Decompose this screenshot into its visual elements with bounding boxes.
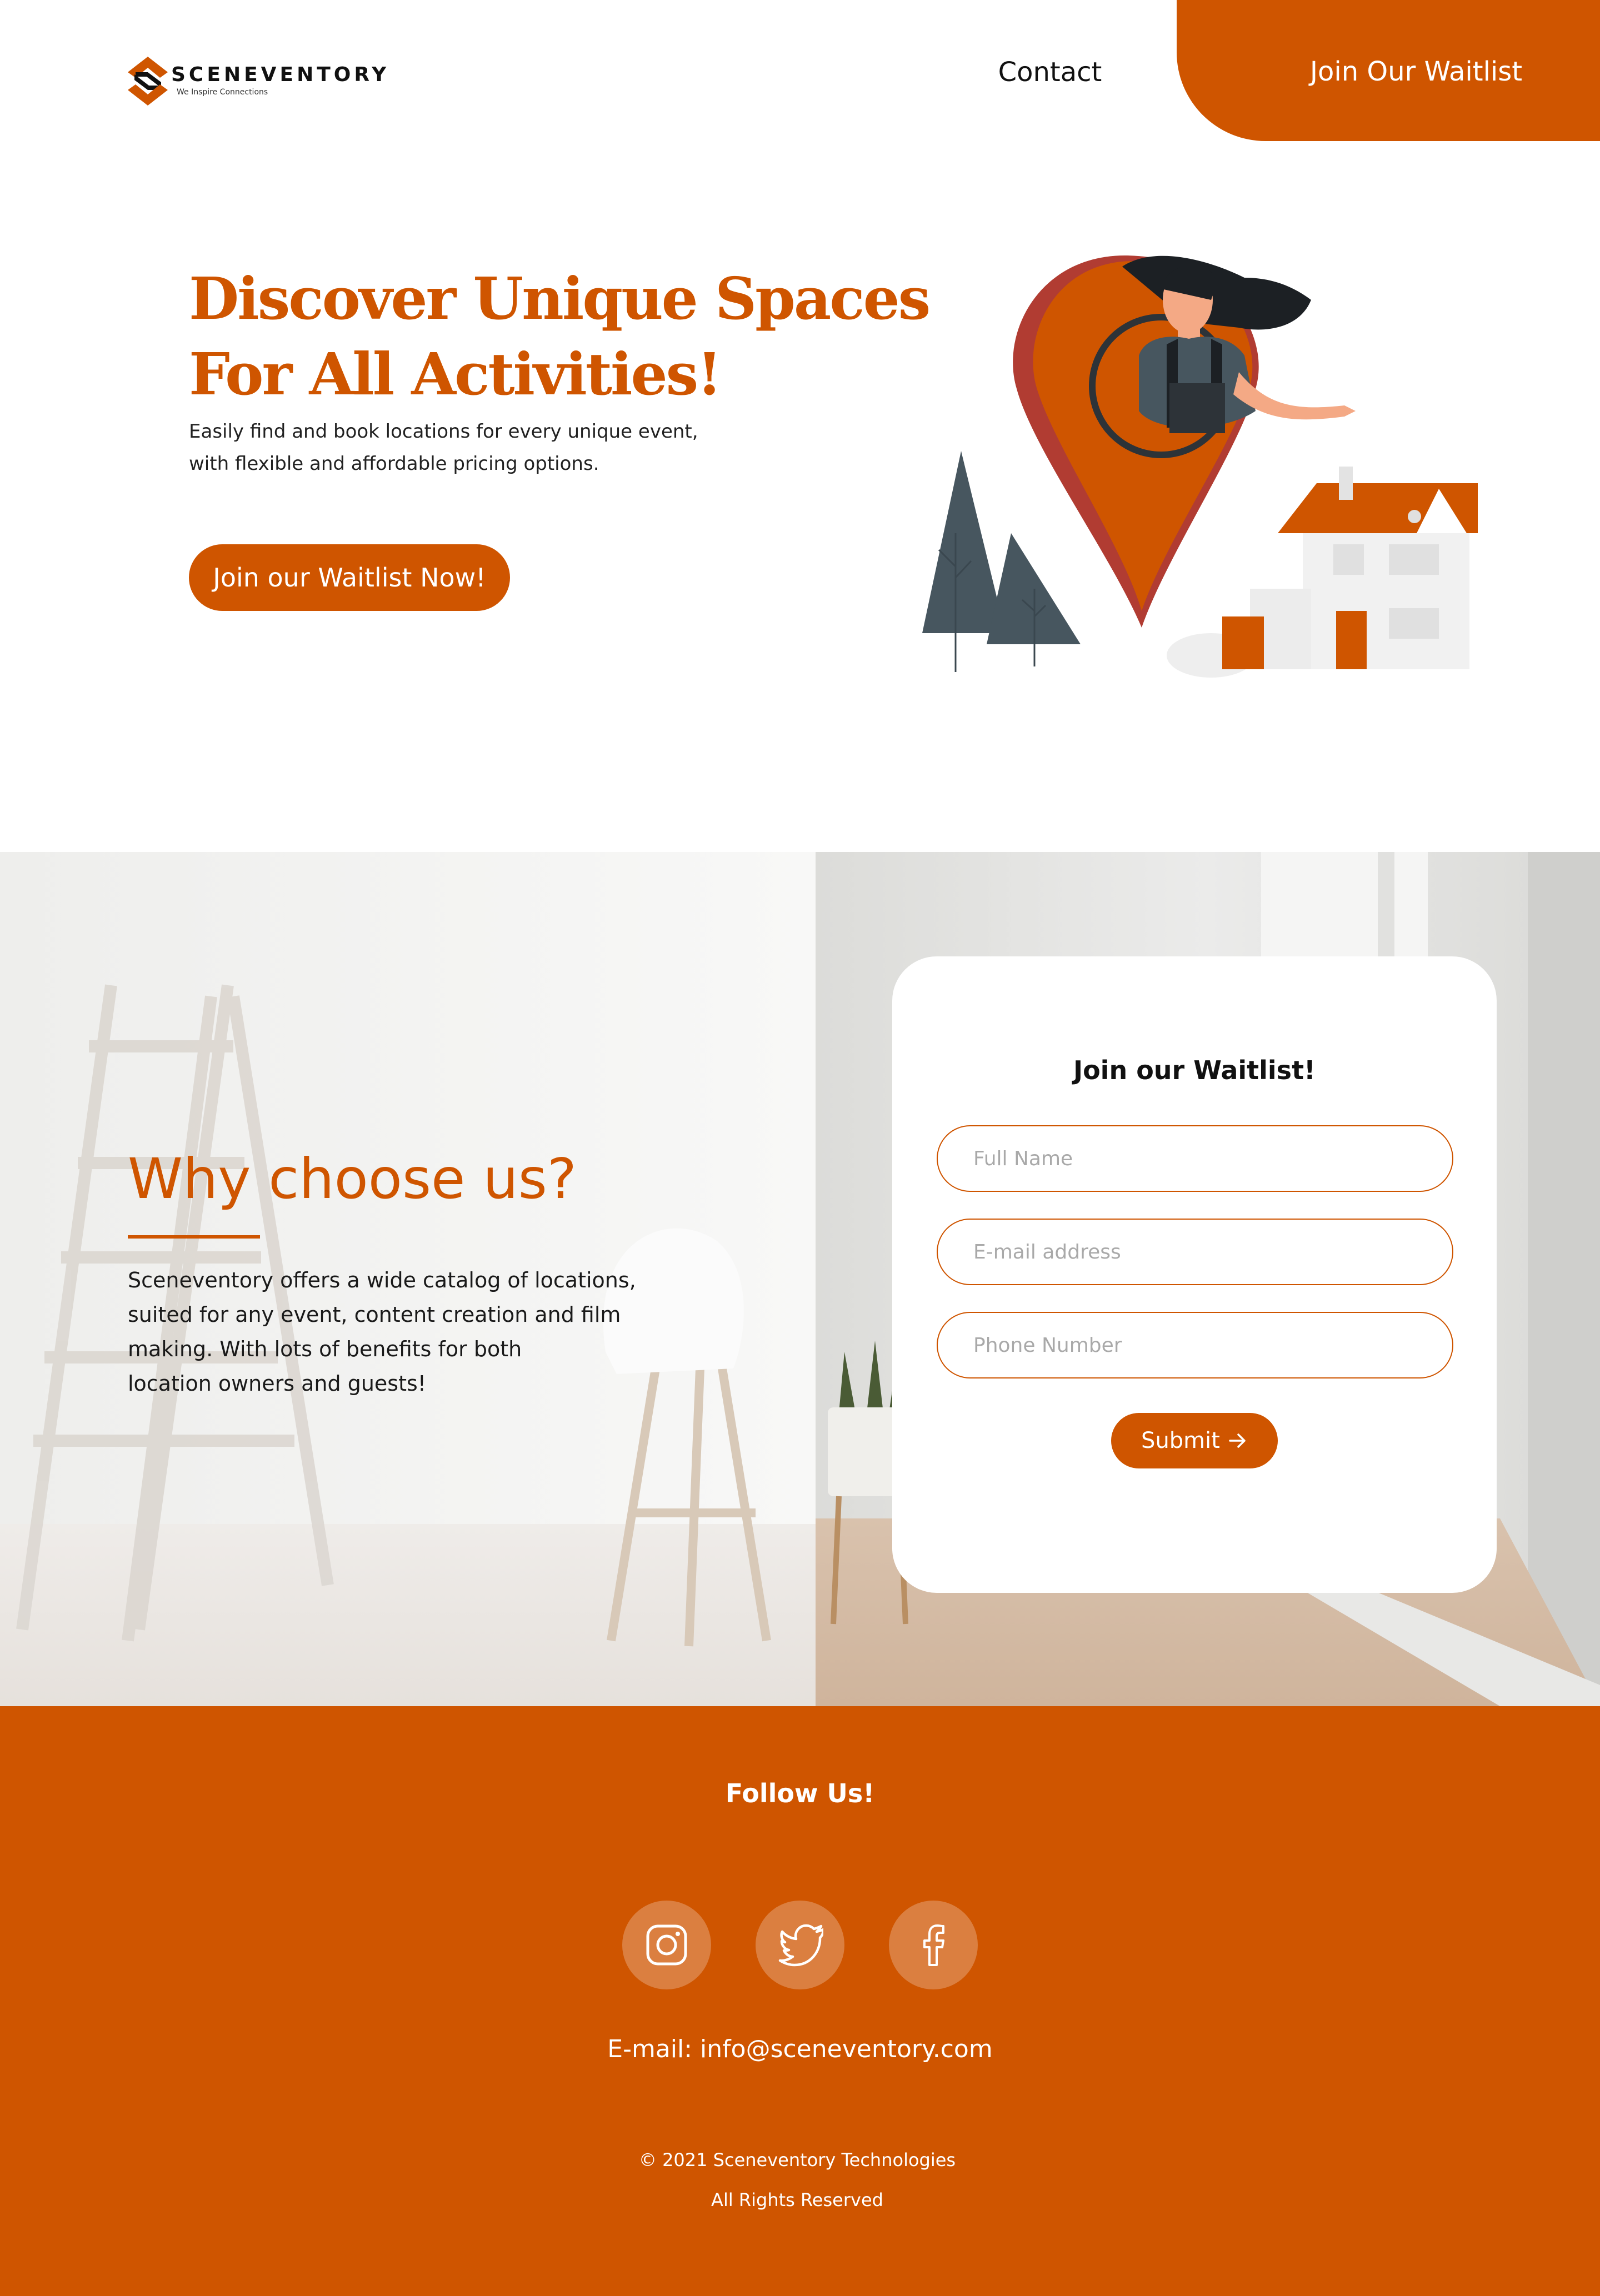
why-section: Why choose us? Sceneventory offers a wid… [0, 852, 1600, 1706]
logo-wordmark: SCENEVENTORY [171, 63, 390, 86]
copyright-text: © 2021 Sceneventory Technologies [638, 2149, 956, 2170]
house-icon [1222, 467, 1478, 669]
hero-join-waitlist-button[interactable]: Join our Waitlist Now! [189, 544, 510, 611]
phone-input[interactable] [937, 1312, 1453, 1378]
why-description-line: location owners and guests! [128, 1371, 427, 1396]
site-header: SCENEVENTORY We Inspire Connections Cont… [0, 0, 1600, 144]
instagram-icon [646, 1924, 687, 1966]
nav-contact-link[interactable]: Contact [978, 54, 1122, 90]
hero-description: Easily find and book locations for every… [189, 415, 722, 480]
contact-email[interactable]: E-mail: info@sceneventory.com [0, 2035, 1600, 2063]
site-footer: Follow Us! E-mail: info@sceneventory.com… [0, 1706, 1600, 2296]
instagram-link[interactable] [622, 1901, 711, 1989]
why-description-line: suited for any event, content creation a… [128, 1302, 621, 1327]
hero-description-line: Easily find and book locations for every… [189, 420, 698, 443]
arrow-right-icon [1229, 1433, 1246, 1448]
nav-join-waitlist-button[interactable]: Join Our Waitlist [1177, 0, 1600, 141]
hero-title-line: Discover Unique Spaces [189, 264, 931, 333]
why-description-line: Sceneventory offers a wide catalog of lo… [128, 1268, 636, 1292]
hero-illustration [922, 255, 1478, 678]
hero-title-line: For All Activities! [189, 340, 722, 408]
submit-label: Submit [1141, 1428, 1220, 1453]
form-title: Join our Waitlist! [1073, 1055, 1316, 1085]
logo[interactable]: SCENEVENTORY We Inspire Connections [127, 56, 386, 107]
twitter-link[interactable] [756, 1901, 844, 1989]
why-description: Sceneventory offers a wide catalog of lo… [128, 1263, 639, 1401]
rights-text: All Rights Reserved [711, 2189, 883, 2210]
full-name-input[interactable] [937, 1125, 1453, 1192]
facebook-link[interactable] [889, 1901, 978, 1989]
email-input[interactable] [937, 1219, 1453, 1285]
hero-description-line: with flexible and affordable pricing opt… [189, 453, 599, 475]
twitter-icon [778, 1924, 823, 1967]
why-title-underline [128, 1235, 260, 1239]
sceneventory-logo-icon [128, 57, 168, 106]
hero-title: Discover Unique Spaces For All Activitie… [189, 261, 931, 412]
facebook-icon [923, 1924, 944, 1966]
submit-button[interactable]: Submit [1111, 1413, 1278, 1468]
why-title: Why choose us? [128, 1146, 577, 1211]
follow-us-label: Follow Us! [725, 1778, 875, 1808]
waitlist-form-card: Join our Waitlist! Submit [892, 956, 1497, 1593]
why-description-line: making. With lots of benefits for both [128, 1337, 522, 1361]
logo-tagline: We Inspire Connections [177, 88, 268, 97]
tree-icon [987, 533, 1081, 666]
